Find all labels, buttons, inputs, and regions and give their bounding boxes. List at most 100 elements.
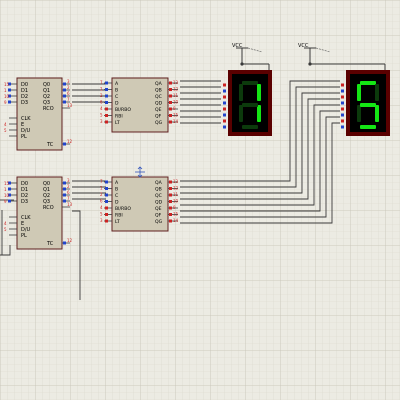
pin-state-marker	[223, 119, 226, 123]
pin-label: RBI	[115, 114, 123, 120]
pin-number: 12	[67, 139, 73, 144]
pin-state-marker	[105, 114, 108, 117]
pin-state-marker	[169, 193, 172, 197]
pin-state-marker	[169, 81, 172, 85]
pin-label: QG	[155, 120, 163, 126]
pin-state-marker	[105, 219, 108, 223]
seven-segment-display-left[interactable]	[223, 70, 272, 136]
pin-label: LT	[115, 219, 120, 225]
pin-label: D	[115, 200, 119, 206]
segment-g	[242, 103, 258, 107]
pin-label: QE	[155, 107, 162, 113]
pin-number: 10	[173, 100, 179, 105]
pin-label: QF	[155, 213, 162, 219]
pin-state-marker	[105, 81, 108, 85]
pin-state-marker	[8, 100, 11, 104]
pin-state-marker	[169, 187, 172, 190]
pin-state-marker	[63, 88, 66, 92]
segment-a	[242, 81, 258, 85]
pin-label: LT	[115, 120, 120, 126]
pin-state-marker	[169, 120, 172, 124]
pin-state-marker	[169, 200, 172, 203]
pin-state-marker	[105, 120, 108, 124]
pin-label: QF	[155, 114, 162, 120]
pin-state-marker	[169, 88, 172, 91]
pin-state-marker	[105, 206, 108, 210]
pin-state-marker	[8, 187, 11, 191]
pin-state-marker	[223, 89, 226, 93]
pin-state-marker	[105, 107, 108, 111]
pin-label: TC	[46, 142, 54, 148]
pin-state-marker	[63, 82, 66, 86]
segment-c	[375, 105, 379, 122]
pin-number: 13	[173, 80, 179, 85]
pin-state-marker	[169, 101, 172, 104]
seven-segment-display-right[interactable]	[341, 70, 390, 136]
pin-label: QG	[155, 219, 163, 225]
pin-state-marker	[8, 88, 11, 92]
pin-number: 13	[173, 179, 179, 184]
schematic-canvas[interactable]: VCC VCC D015 Q03D11 Q12D210 Q26D39 Q37RC…	[0, 0, 400, 400]
pin-label: QB	[155, 187, 162, 193]
pin-label: QB	[155, 88, 162, 94]
pin-label: TC	[46, 241, 54, 247]
pin-state-marker	[169, 94, 172, 98]
pin-state-marker	[63, 241, 66, 245]
pin-label: QA	[155, 81, 163, 87]
pin-number: 12	[173, 186, 179, 191]
pin-label: QC	[155, 193, 162, 199]
segment-d	[242, 125, 258, 129]
pin-state-marker	[223, 125, 226, 129]
segment-b	[257, 84, 261, 101]
segment-f	[357, 84, 361, 101]
pin-number: 15	[173, 113, 179, 118]
pin-state-marker	[341, 83, 344, 87]
pin-state-marker	[105, 193, 108, 197]
segment-a	[360, 81, 376, 85]
pin-state-marker	[63, 187, 66, 191]
decoder-bottom[interactable]: A7 QA 13B1 QB 12C2 QC 11D6 QD 10BI/RBO4 QE 9RBI5 QF…	[100, 176, 179, 232]
pin-label: PL	[21, 233, 27, 239]
pin-state-marker	[341, 101, 344, 105]
segment-b	[375, 84, 379, 101]
pin-state-marker	[63, 181, 66, 185]
pin-number: 15	[4, 82, 10, 87]
pin-label: QC	[155, 94, 162, 100]
pin-state-marker	[105, 200, 108, 203]
pin-label: RBI	[115, 213, 123, 219]
pin-number: 10	[4, 193, 10, 198]
pin-state-marker	[63, 94, 66, 98]
pin-number: 15	[4, 181, 10, 186]
pin-state-marker	[341, 107, 344, 111]
pin-state-marker	[105, 187, 108, 190]
pin-state-marker	[169, 219, 172, 223]
vcc-label-left: VCC	[232, 43, 243, 49]
pin-label: D3	[21, 100, 28, 106]
pin-state-marker	[341, 95, 344, 99]
pin-state-marker	[63, 100, 66, 104]
pin-label: C	[115, 193, 118, 199]
pin-number: 13	[67, 103, 73, 108]
segment-d	[360, 125, 376, 129]
pin-state-marker	[105, 180, 108, 184]
pin-state-marker	[223, 83, 226, 87]
pin-number: 15	[173, 212, 179, 217]
pin-label: QA	[155, 180, 163, 186]
pin-label: RCO	[43, 205, 54, 211]
pin-label: C	[115, 94, 118, 100]
segment-e	[239, 105, 243, 122]
pin-label: D	[115, 101, 119, 107]
pin-number: 13	[67, 202, 73, 207]
decoder-top[interactable]: A7 QA 13B1 QB 12C2 QC 11D6 QD 10BI/RBO4 QE 9RBI5 QF…	[100, 77, 179, 133]
segment-c	[257, 105, 261, 122]
pin-state-marker	[169, 114, 172, 117]
pin-state-marker	[63, 142, 66, 146]
pin-state-marker	[341, 125, 344, 129]
segment-e	[357, 105, 361, 122]
pin-state-marker	[169, 213, 172, 216]
pin-number: 14	[173, 119, 179, 124]
pin-label: QD	[155, 200, 163, 206]
pin-state-marker	[105, 88, 108, 91]
pin-label: B	[115, 187, 118, 193]
pin-number: 14	[173, 218, 179, 223]
